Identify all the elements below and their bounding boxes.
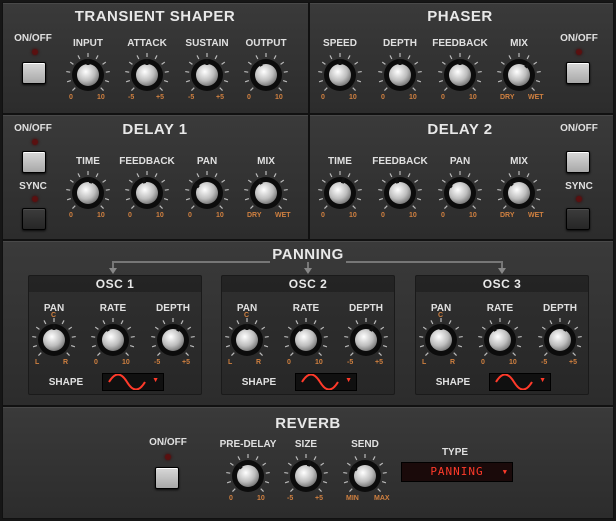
osc3-title: OSC 3 (482, 277, 522, 291)
reverb-send-knob[interactable] (342, 453, 388, 499)
reverb-onoff-label: ON/OFF (149, 437, 187, 448)
osc2-pan-max-label: R (256, 359, 262, 366)
reverb-send-max-label: MAX (374, 495, 390, 502)
reverb-size-min-label: -5 (287, 495, 294, 502)
reverb-type-value: PANNING (430, 465, 484, 478)
knob-graphic (344, 318, 388, 356)
osc1-pan-knob[interactable] (31, 317, 77, 363)
osc3-shape-select[interactable]: ▼ (489, 373, 551, 391)
osc1-shape-label: SHAPE (48, 377, 84, 388)
osc1-depth-label: DEPTH (156, 303, 190, 314)
osc3-rate-knob[interactable] (477, 317, 523, 363)
osc1-rate-min-label: 0 (94, 359, 98, 366)
osc2-pan-min-label: L (228, 359, 233, 366)
osc2-depth-label: DEPTH (349, 303, 383, 314)
osc3-pan-min-label: L (422, 359, 427, 366)
plugin-window: TRANSIENT SHAPER ON/OFF INPUT 0 10 ATTACK -5… (0, 0, 616, 521)
reverb-type-label: TYPE (441, 447, 469, 458)
chevron-down-icon: ▼ (502, 468, 508, 476)
osc3-depth-min-label: -5 (541, 359, 548, 366)
knob-graphic (419, 318, 463, 356)
osc2-rate-knob[interactable] (283, 317, 329, 363)
osc1-pan-center-label: C (51, 312, 57, 319)
osc1-pan-min-label: L (35, 359, 40, 366)
osc1-title: OSC 1 (95, 277, 135, 291)
reverb-size-knob[interactable] (283, 453, 329, 499)
knob-graphic (91, 318, 135, 356)
osc2-rate-min-label: 0 (287, 359, 291, 366)
sine-wave-icon (108, 374, 146, 390)
osc1-rate-knob[interactable] (90, 317, 136, 363)
osc2-pan-center-label: C (244, 312, 250, 319)
knob-graphic (478, 318, 522, 356)
sine-wave-icon (495, 374, 533, 390)
osc2-title: OSC 2 (288, 277, 328, 291)
osc2-shape-select[interactable]: ▼ (295, 373, 357, 391)
osc3-depth-max-label: +5 (569, 359, 577, 366)
osc2-pan-knob[interactable] (224, 317, 270, 363)
reverb-pre-delay-max-label: 10 (257, 495, 265, 502)
reverb-led (165, 454, 171, 460)
knob-graphic (538, 318, 582, 356)
osc2-depth-min-label: -5 (347, 359, 354, 366)
knob-graphic (32, 318, 76, 356)
osc1-depth-knob[interactable] (150, 317, 196, 363)
osc3-rate-max-label: 10 (509, 359, 517, 366)
knob-graphic (284, 318, 328, 356)
osc3-pan-center-label: C (438, 312, 444, 319)
osc1-shape-select[interactable]: ▼ (102, 373, 164, 391)
reverb-type-select[interactable]: PANNING ▼ (401, 462, 513, 482)
osc1-depth-min-label: -5 (154, 359, 161, 366)
osc3-rate-min-label: 0 (481, 359, 485, 366)
reverb-pre-delay-min-label: 0 (229, 495, 233, 502)
reverb-size-max-label: +5 (315, 495, 323, 502)
osc2-shape-label: SHAPE (241, 377, 277, 388)
knob-graphic (284, 454, 328, 492)
osc3-pan-max-label: R (450, 359, 456, 366)
reverb-onoff-button[interactable] (155, 467, 179, 489)
reverb-send-label: SEND (351, 439, 379, 450)
osc1-pan-max-label: R (63, 359, 69, 366)
reverb-pre-delay-knob[interactable] (225, 453, 271, 499)
osc2-depth-max-label: +5 (375, 359, 383, 366)
osc3-shape-label: SHAPE (435, 377, 471, 388)
reverb-send-min-label: MIN (346, 495, 359, 502)
chevron-down-icon: ▼ (152, 377, 159, 384)
osc2-depth-knob[interactable] (343, 317, 389, 363)
osc3-pan-knob[interactable] (418, 317, 464, 363)
sine-wave-icon (301, 374, 339, 390)
osc2-rate-max-label: 10 (315, 359, 323, 366)
chevron-down-icon: ▼ (345, 377, 352, 384)
knob-graphic (225, 318, 269, 356)
osc1-depth-max-label: +5 (182, 359, 190, 366)
knob-graphic (151, 318, 195, 356)
reverb-title: REVERB (275, 415, 341, 432)
osc3-depth-label: DEPTH (543, 303, 577, 314)
knob-graphic (343, 454, 387, 492)
osc1-rate-max-label: 10 (122, 359, 130, 366)
osc3-depth-knob[interactable] (537, 317, 583, 363)
knob-graphic (226, 454, 270, 492)
chevron-down-icon: ▼ (539, 377, 546, 384)
